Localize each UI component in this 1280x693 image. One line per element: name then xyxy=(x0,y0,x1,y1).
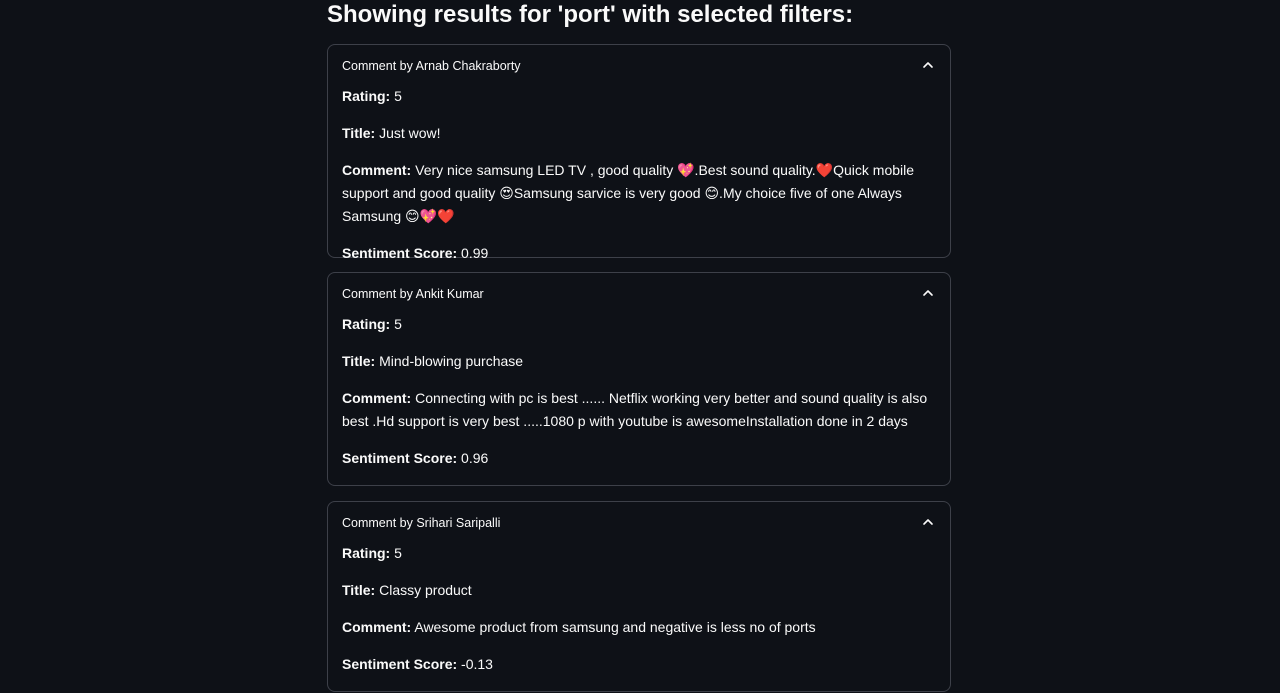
title-value: Mind-blowing purchase xyxy=(379,353,524,369)
rating-value: 5 xyxy=(394,316,402,332)
rating-label: Rating: xyxy=(342,316,391,332)
comment-label: Comment: xyxy=(342,619,412,635)
comment-label: Comment: xyxy=(342,390,412,406)
comment-expander: Comment by Srihari Saripalli Rating: 5 T… xyxy=(327,501,951,692)
comment-value: Very nice samsung LED TV , good quality … xyxy=(342,162,915,224)
title-line: Title: Just wow! xyxy=(342,122,936,145)
expander-header[interactable]: Comment by Ankit Kumar xyxy=(328,273,950,313)
expander-header[interactable]: Comment by Arnab Chakraborty xyxy=(328,45,950,85)
comment-value: Connecting with pc is best ...... Netfli… xyxy=(342,390,928,429)
expander-body: Rating: 5 Title: Mind-blowing purchase C… xyxy=(328,313,950,470)
rating-line: Rating: 5 xyxy=(342,542,936,565)
sentiment-value: -0.13 xyxy=(461,656,493,672)
comment-line: Comment: Very nice samsung LED TV , good… xyxy=(342,159,936,228)
comment-label: Comment: xyxy=(342,162,412,178)
expander-header[interactable]: Comment by Srihari Saripalli xyxy=(328,502,950,542)
title-line: Title: Classy product xyxy=(342,579,936,602)
title-label: Title: xyxy=(342,353,376,369)
title-label: Title: xyxy=(342,582,376,598)
rating-value: 5 xyxy=(394,545,402,561)
comment-line: Comment: Connecting with pc is best ....… xyxy=(342,387,936,433)
page-title: Showing results for 'port' with selected… xyxy=(327,1,854,28)
title-line: Title: Mind-blowing purchase xyxy=(342,350,936,373)
expander-body: Rating: 5 Title: Just wow! Comment: Very… xyxy=(328,85,950,265)
sentiment-value: 0.96 xyxy=(461,450,489,466)
expander-body: Rating: 5 Title: Classy product Comment:… xyxy=(328,542,950,676)
expander-title: Comment by Ankit Kumar xyxy=(342,287,484,301)
sentiment-label: Sentiment Score: xyxy=(342,450,458,466)
sentiment-line: Sentiment Score: 0.99 xyxy=(342,242,936,265)
chevron-up-icon[interactable] xyxy=(920,285,936,301)
title-label: Title: xyxy=(342,125,376,141)
sentiment-label: Sentiment Score: xyxy=(342,656,458,672)
chevron-up-icon[interactable] xyxy=(920,57,936,73)
comment-expander: Comment by Ankit Kumar Rating: 5 Title: … xyxy=(327,272,951,486)
rating-label: Rating: xyxy=(342,545,391,561)
title-value: Just wow! xyxy=(379,125,441,141)
sentiment-label: Sentiment Score: xyxy=(342,245,458,261)
title-value: Classy product xyxy=(379,582,472,598)
rating-label: Rating: xyxy=(342,88,391,104)
expander-title: Comment by Srihari Saripalli xyxy=(342,516,501,530)
comment-line: Comment: Awesome product from samsung an… xyxy=(342,616,936,639)
comment-value: Awesome product from samsung and negativ… xyxy=(414,619,816,635)
sentiment-line: Sentiment Score: -0.13 xyxy=(342,653,936,676)
chevron-up-icon[interactable] xyxy=(920,514,936,530)
sentiment-line: Sentiment Score: 0.96 xyxy=(342,447,936,470)
expander-title: Comment by Arnab Chakraborty xyxy=(342,59,521,73)
comment-expander: Comment by Arnab Chakraborty Rating: 5 T… xyxy=(327,44,951,261)
sentiment-value: 0.99 xyxy=(461,245,489,261)
rating-line: Rating: 5 xyxy=(342,85,936,108)
rating-value: 5 xyxy=(394,88,402,104)
rating-line: Rating: 5 xyxy=(342,313,936,336)
